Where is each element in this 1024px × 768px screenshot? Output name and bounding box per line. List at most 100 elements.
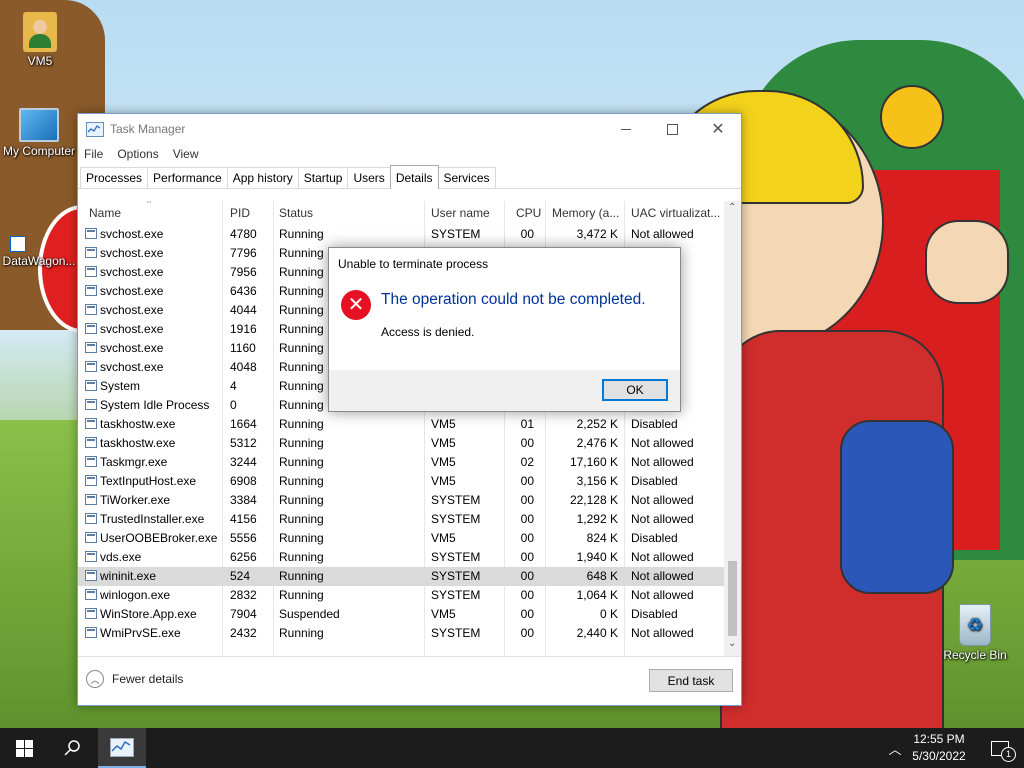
cell-cpu: 00 (520, 569, 534, 583)
cell-mem: 648 K (586, 569, 618, 583)
cell-name: svchost.exe (100, 265, 164, 279)
end-task-button[interactable]: End task (649, 669, 733, 692)
cell-pid: 5312 (230, 436, 257, 450)
cell-pid: 4156 (230, 512, 257, 526)
action-center-button[interactable]: 1 (980, 728, 1020, 768)
desktop-icon-recycle-bin[interactable]: ♻ Recycle Bin (936, 604, 1014, 662)
table-row[interactable]: WinStore.App.exe 7904 Suspended VM5 00 0 K Dis… (78, 605, 724, 624)
desktop-icon-my-computer[interactable]: My Computer (0, 108, 78, 158)
start-button[interactable] (0, 728, 48, 768)
cell-name: TrustedInstaller.exe (100, 512, 205, 526)
tab-app-history[interactable]: App history (226, 167, 299, 188)
cell-name: wininit.exe (100, 569, 157, 583)
column-header-uac[interactable]: UAC virtualizat... (631, 201, 720, 225)
table-row[interactable]: taskhostw.exe 5312 Running VM5 00 2,476 K Not … (78, 434, 724, 453)
cell-name: taskhostw.exe (100, 436, 176, 450)
tab-performance[interactable]: Performance (147, 167, 228, 188)
menu-view[interactable]: View (173, 147, 199, 161)
column-header-user-name[interactable]: User name (431, 201, 490, 225)
column-header-pid[interactable]: PID (230, 201, 250, 225)
search-button[interactable] (48, 728, 96, 768)
cell-cpu: 02 (520, 455, 534, 469)
process-icon (85, 266, 97, 277)
table-row[interactable]: TrustedInstaller.exe 4156 Running SYSTEM 00 1… (78, 510, 724, 529)
cell-uac: Not allowed (631, 493, 694, 507)
table-row[interactable]: TextInputHost.exe 6908 Running VM5 00 3,156 K… (78, 472, 724, 491)
column-header-name[interactable]: Name (89, 201, 121, 225)
process-icon (85, 380, 97, 391)
process-icon (85, 551, 97, 562)
cell-status: Running (279, 550, 324, 564)
fewer-details-toggle[interactable]: ︿ Fewer details (86, 670, 183, 688)
tab-services[interactable]: Services (437, 167, 496, 188)
cell-mem: 2,252 K (576, 417, 618, 431)
menu-options[interactable]: Options (117, 147, 158, 161)
scroll-down-icon[interactable]: ⌄ (728, 638, 736, 649)
desktop-icon-vm5[interactable]: VM5 (1, 12, 79, 68)
cell-name: WmiPrvSE.exe (100, 626, 181, 640)
cell-uac: Disabled (631, 417, 678, 431)
table-row[interactable]: svchost.exe 4780 Running SYSTEM 00 3,472 K Not… (78, 225, 724, 244)
table-row[interactable]: WmiPrvSE.exe 2432 Running SYSTEM 00 2,440 K No… (78, 624, 724, 643)
desktop-icon-datawagon[interactable]: DataWagon... (0, 236, 78, 268)
cell-mem: 824 K (586, 531, 618, 545)
cell-mem: 0 K (599, 607, 618, 621)
title-bar[interactable]: Task Manager ✕ (78, 114, 741, 144)
scroll-up-icon[interactable]: ⌃ (728, 202, 736, 213)
table-row[interactable]: taskhostw.exe 1664 Running VM5 01 2,252 K Disa… (78, 415, 724, 434)
table-row[interactable]: TiWorker.exe 3384 Running SYSTEM 00 22,128 K N… (78, 491, 724, 510)
cell-cpu: 00 (520, 607, 534, 621)
process-icon (85, 418, 97, 429)
cell-name: TiWorker.exe (100, 493, 171, 507)
tab-strip: Processes Performance App history Startu… (78, 164, 741, 189)
cell-mem: 1,940 K (576, 550, 618, 564)
column-header-memory[interactable]: Memory (a... (552, 201, 619, 225)
cell-status: Running (279, 474, 324, 488)
cell-uac: Not allowed (631, 455, 694, 469)
maximize-button[interactable] (649, 114, 695, 144)
cell-user: SYSTEM (431, 512, 481, 526)
tab-details[interactable]: Details (389, 165, 439, 189)
process-icon (85, 361, 97, 372)
cell-status: Running (279, 455, 324, 469)
cell-cpu: 00 (520, 227, 534, 241)
tab-processes[interactable]: Processes (80, 167, 149, 188)
table-row[interactable]: UserOOBEBroker.exe 5556 Running VM5 00 824 K D… (78, 529, 724, 548)
sort-ascending-icon: ^ (147, 201, 152, 208)
task-manager-icon (110, 737, 134, 757)
menu-file[interactable]: File (84, 147, 103, 161)
table-row[interactable]: Taskmgr.exe 3244 Running VM5 02 17,160 K Not a… (78, 453, 724, 472)
ok-button[interactable]: OK (602, 379, 668, 401)
clock-time: 12:55 PM (913, 732, 965, 746)
vertical-scrollbar[interactable]: ⌃ ⌄ (724, 201, 741, 656)
dialog-message: Access is denied. (381, 325, 475, 339)
tab-startup[interactable]: Startup (297, 167, 349, 188)
column-header-status[interactable]: Status (279, 201, 313, 225)
cell-user: SYSTEM (431, 550, 481, 564)
cell-name: taskhostw.exe (100, 417, 176, 431)
cell-user: VM5 (431, 531, 456, 545)
cell-user: VM5 (431, 455, 456, 469)
cell-name: WinStore.App.exe (100, 607, 197, 621)
table-row[interactable]: winlogon.exe 2832 Running SYSTEM 00 1,064 K No… (78, 586, 724, 605)
minimize-button[interactable] (603, 114, 649, 144)
cell-pid: 7956 (230, 265, 257, 279)
scrollbar-thumb[interactable] (728, 561, 737, 636)
taskbar-task-manager[interactable] (98, 728, 146, 768)
clock[interactable]: 12:55 PM 5/30/2022 (904, 728, 974, 768)
process-icon (85, 608, 97, 619)
process-icon (85, 456, 97, 467)
cell-user: SYSTEM (431, 626, 481, 640)
column-header-cpu[interactable]: CPU (516, 201, 541, 225)
computer-icon (19, 108, 59, 142)
table-row[interactable]: wininit.exe 524 Running SYSTEM 00 648 K Not al… (78, 567, 724, 586)
chevron-up-icon: ︿ (86, 670, 104, 688)
cell-status: Suspended (279, 607, 340, 621)
error-dialog: Unable to terminate process ✕ The operat… (328, 247, 681, 412)
tab-users[interactable]: Users (347, 167, 391, 188)
cell-name: UserOOBEBroker.exe (100, 531, 218, 545)
cell-uac: Not allowed (631, 569, 694, 583)
close-button[interactable]: ✕ (695, 114, 741, 144)
table-row[interactable]: vds.exe 6256 Running SYSTEM 00 1,940 K Not all… (78, 548, 724, 567)
cell-pid: 5556 (230, 531, 257, 545)
